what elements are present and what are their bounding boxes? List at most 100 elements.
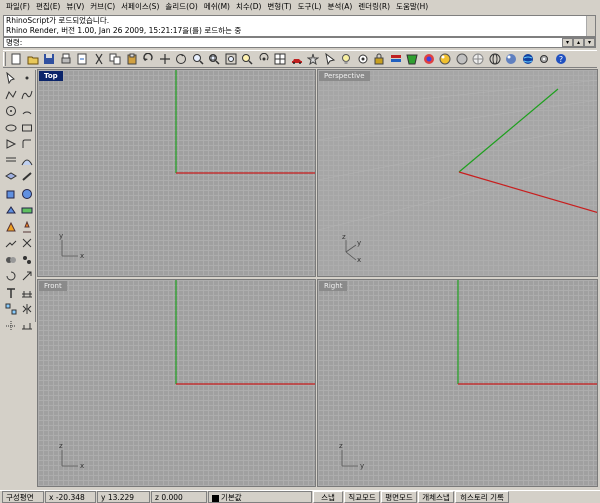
shade-icon[interactable] (454, 51, 470, 67)
status-osnap[interactable]: 개체스냅 (418, 491, 454, 503)
array-icon[interactable] (3, 301, 19, 317)
material-icon[interactable] (437, 51, 453, 67)
viewport-title-top[interactable]: Top (39, 71, 63, 81)
menu-solid[interactable]: 솔리드(O) (162, 0, 200, 14)
cmd-dropdown-icon[interactable]: ▾ (562, 38, 573, 47)
split-icon[interactable] (3, 235, 19, 251)
menu-analyze[interactable]: 분석(A) (324, 0, 355, 14)
status-snap[interactable]: 스냅 (313, 491, 343, 503)
rotate-view-icon[interactable] (173, 51, 189, 67)
zoom-window-icon[interactable] (206, 51, 222, 67)
scale-icon[interactable] (19, 268, 35, 284)
cmd-scroll-up-icon[interactable]: ▴ (573, 38, 584, 47)
status-planar[interactable]: 평면모드 (381, 491, 417, 503)
zoom-selected-icon[interactable] (239, 51, 255, 67)
command-input[interactable] (22, 38, 562, 47)
light-icon[interactable] (338, 51, 354, 67)
zoom-dynamic-icon[interactable] (190, 51, 206, 67)
new-file-icon[interactable] (8, 51, 24, 67)
properties-icon[interactable] (404, 51, 420, 67)
help-icon[interactable]: ? (553, 51, 569, 67)
lattice-icon[interactable] (3, 169, 19, 185)
open-file-icon[interactable] (25, 51, 41, 67)
ghost-icon[interactable] (470, 51, 486, 67)
curve-icon[interactable] (19, 87, 35, 103)
extrude-icon[interactable] (3, 202, 19, 218)
menu-file[interactable]: 파일(F) (3, 0, 33, 14)
menu-tools[interactable]: 도구(L) (295, 0, 325, 14)
select-icon[interactable] (322, 51, 338, 67)
history-scrollbar[interactable] (586, 16, 595, 36)
arc-icon[interactable] (19, 103, 35, 119)
save-icon[interactable] (41, 51, 57, 67)
status-cplane[interactable]: 구성평면 (2, 491, 44, 503)
menu-surface[interactable]: 서페이스(S) (118, 0, 162, 14)
dimension-icon[interactable] (19, 285, 35, 301)
annotate-icon[interactable] (19, 318, 35, 334)
layer-icon[interactable] (388, 51, 404, 67)
menu-render[interactable]: 렌더링(R) (355, 0, 393, 14)
cut-icon[interactable] (91, 51, 107, 67)
toolbar-grip[interactable] (3, 52, 6, 66)
status-layer[interactable]: 기본값 (208, 491, 312, 503)
mesh-icon[interactable] (19, 202, 35, 218)
text-icon[interactable] (3, 285, 19, 301)
command-history[interactable]: RhinoScript가 로드되었습니다. Rhino Render, 버전 1… (3, 15, 596, 37)
viewport-title-perspective[interactable]: Perspective (319, 71, 370, 81)
grid-toggle-icon[interactable] (3, 318, 19, 334)
viewport-title-front[interactable]: Front (39, 281, 67, 291)
group-icon[interactable] (19, 252, 35, 268)
status-record-history[interactable]: 히스토리 기록 (455, 491, 509, 503)
car-icon[interactable] (289, 51, 305, 67)
hide-icon[interactable] (355, 51, 371, 67)
menu-dimension[interactable]: 치수(D) (233, 0, 264, 14)
menu-edit[interactable]: 편집(E) (33, 0, 63, 14)
print-icon[interactable] (58, 51, 74, 67)
zoom-extents-icon[interactable] (223, 51, 239, 67)
sphere-icon[interactable] (19, 186, 35, 202)
status-ortho[interactable]: 직교모드 (344, 491, 380, 503)
viewport-title-right[interactable]: Right (319, 281, 348, 291)
menu-help[interactable]: 도움말(H) (393, 0, 431, 14)
undo-icon[interactable] (140, 51, 156, 67)
viewport-right[interactable]: z y Right (317, 279, 598, 487)
render-sphere-icon[interactable] (503, 51, 519, 67)
import-icon[interactable] (74, 51, 90, 67)
lock-icon[interactable] (371, 51, 387, 67)
rotate-icon[interactable] (3, 268, 19, 284)
boolean-icon[interactable] (3, 252, 19, 268)
surface-icon[interactable] (19, 153, 35, 169)
sweep-icon[interactable] (19, 169, 35, 185)
point-icon[interactable] (19, 70, 35, 86)
wireframe-icon[interactable] (487, 51, 503, 67)
box-icon[interactable] (3, 186, 19, 202)
mirror-icon[interactable] (19, 301, 35, 317)
offset-icon[interactable] (3, 153, 19, 169)
transform-icon[interactable] (3, 219, 19, 235)
menu-mesh[interactable]: 메쉬(M) (201, 0, 233, 14)
cmd-scroll-down-icon[interactable]: ▾ (584, 38, 595, 47)
menu-transform[interactable]: 변형(T) (264, 0, 294, 14)
polygon-icon[interactable] (3, 136, 19, 152)
pan-icon[interactable] (157, 51, 173, 67)
globe-icon[interactable] (520, 51, 536, 67)
select-arrow-icon[interactable] (3, 70, 19, 86)
menu-curve[interactable]: 커브(C) (87, 0, 118, 14)
polyline-icon[interactable] (3, 87, 19, 103)
viewport-perspective[interactable]: z y x Perspective (317, 69, 598, 277)
undo-view-icon[interactable] (256, 51, 272, 67)
paste-icon[interactable] (124, 51, 140, 67)
ellipse-icon[interactable] (3, 120, 19, 136)
render-icon[interactable] (421, 51, 437, 67)
viewport-front[interactable]: z x Front (37, 279, 316, 487)
circle-icon[interactable] (3, 103, 19, 119)
move-icon[interactable] (19, 219, 35, 235)
snap-icon[interactable] (305, 51, 321, 67)
menu-view[interactable]: 뷰(V) (63, 0, 87, 14)
copy-icon[interactable] (107, 51, 123, 67)
trim-icon[interactable] (19, 235, 35, 251)
fillet-icon[interactable] (19, 136, 35, 152)
viewport-top[interactable]: y x Top (37, 69, 316, 277)
settings-icon[interactable] (536, 51, 552, 67)
rectangle-icon[interactable] (19, 120, 35, 136)
